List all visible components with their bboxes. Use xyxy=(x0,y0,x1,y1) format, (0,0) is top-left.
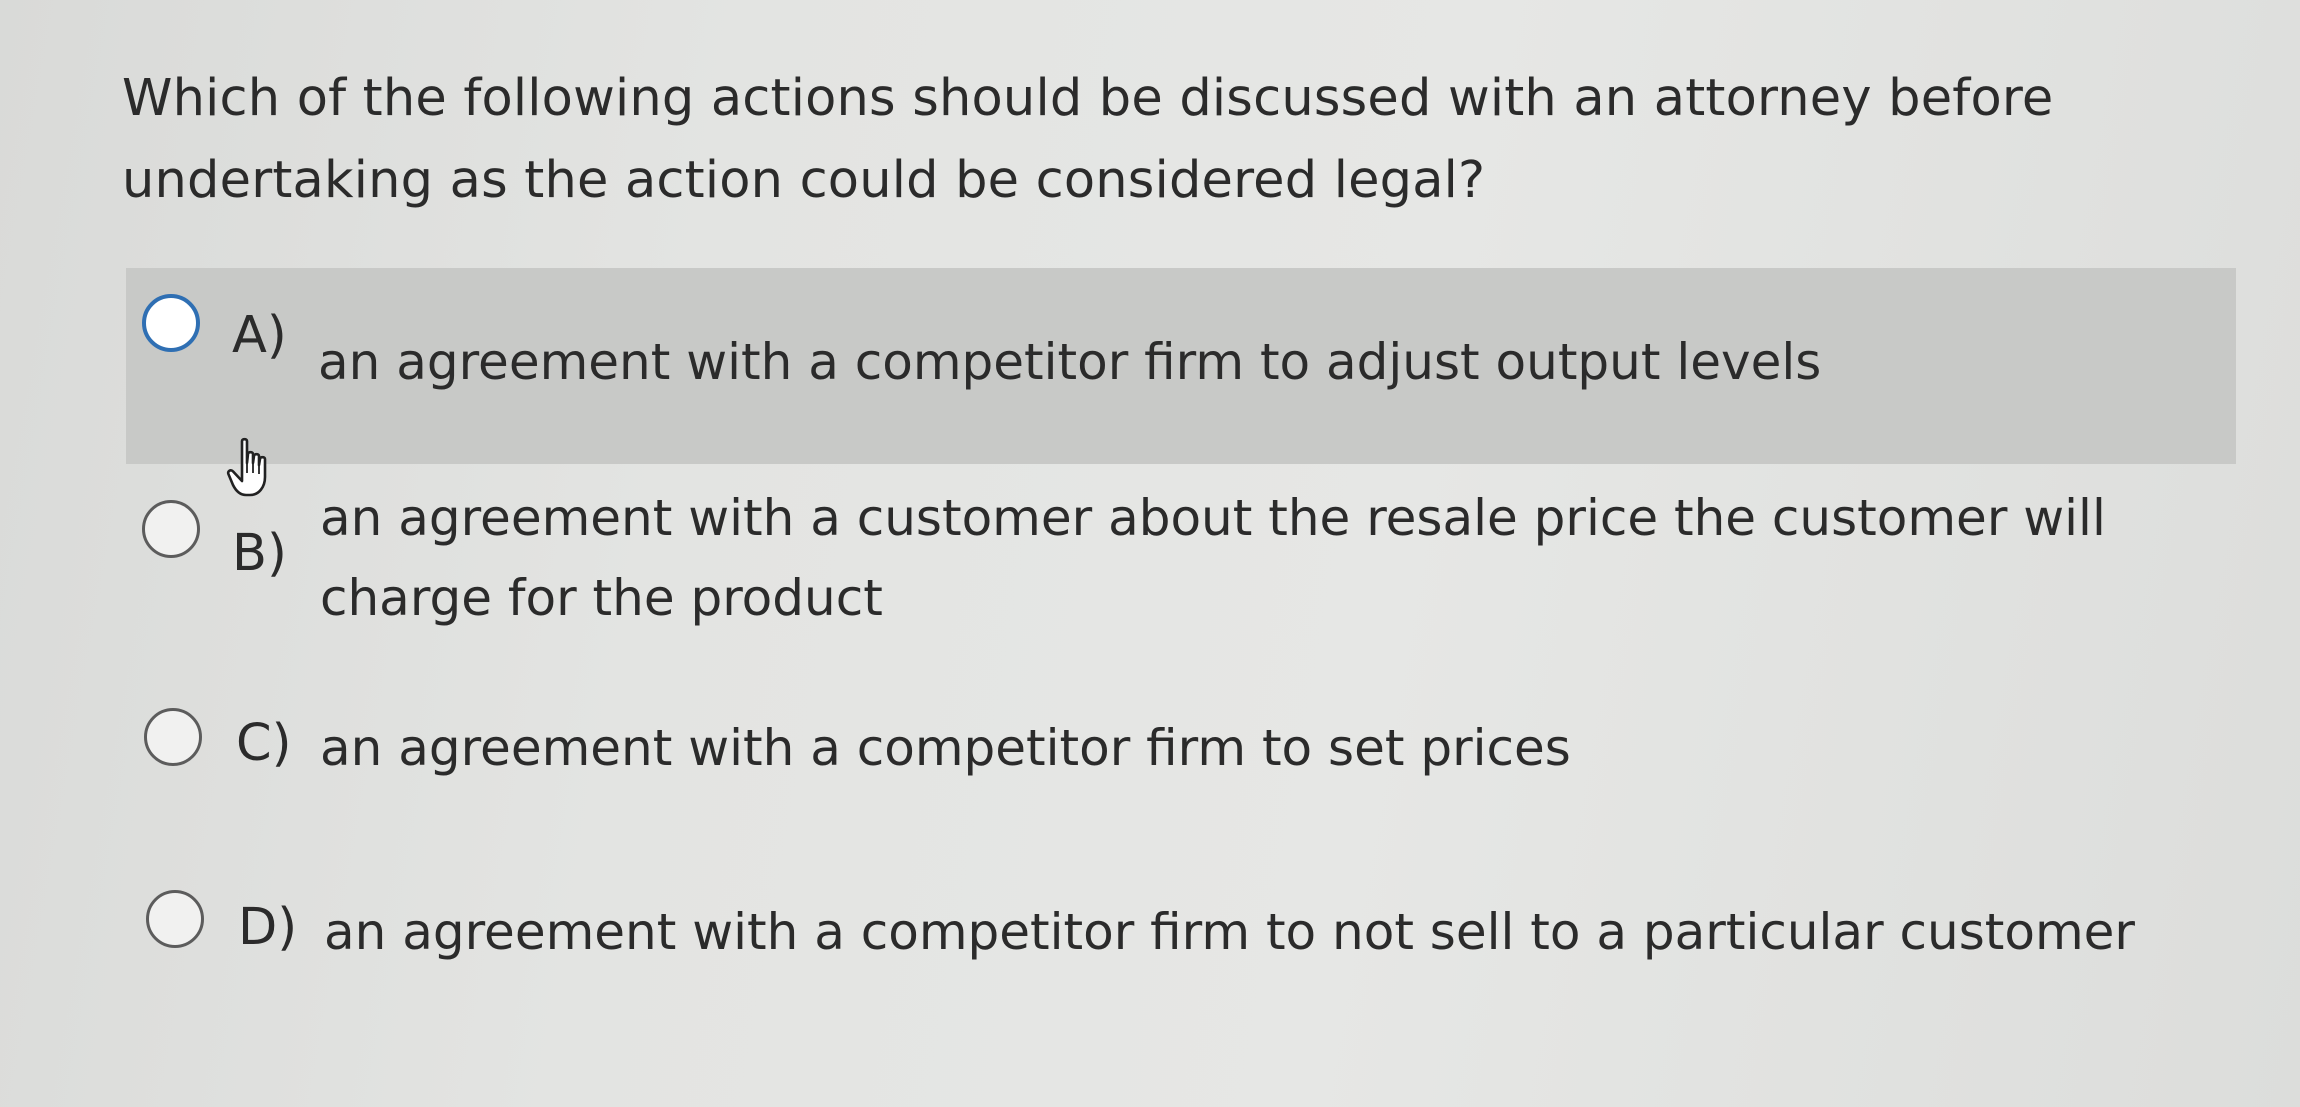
radio-c[interactable] xyxy=(144,708,202,766)
option-d[interactable]: D) an agreement with a competitor firm t… xyxy=(126,882,2236,1002)
hand-pointer-icon xyxy=(226,437,267,497)
option-a[interactable]: A) an agreement with a competitor firm t… xyxy=(126,268,2236,464)
option-c-text: an agreement with a competitor firm to s… xyxy=(320,719,1571,777)
option-c[interactable]: C) an agreement with a competitor firm t… xyxy=(126,694,2236,814)
radio-a[interactable] xyxy=(142,294,200,352)
option-b[interactable]: B) an agreement with a customer about th… xyxy=(126,480,2236,650)
option-b-text: an agreement with a customer about the r… xyxy=(320,489,2106,627)
radio-d[interactable] xyxy=(146,890,204,948)
option-a-text: an agreement with a competitor firm to a… xyxy=(318,333,1822,391)
option-d-text: an agreement with a competitor firm to n… xyxy=(324,903,2135,961)
option-c-letter: C) xyxy=(236,714,292,773)
option-d-letter: D) xyxy=(238,898,298,957)
option-b-letter: B) xyxy=(232,524,287,583)
radio-b[interactable] xyxy=(142,500,200,558)
option-a-letter: A) xyxy=(232,306,287,365)
question-text: Which of the following actions should be… xyxy=(122,69,2054,210)
